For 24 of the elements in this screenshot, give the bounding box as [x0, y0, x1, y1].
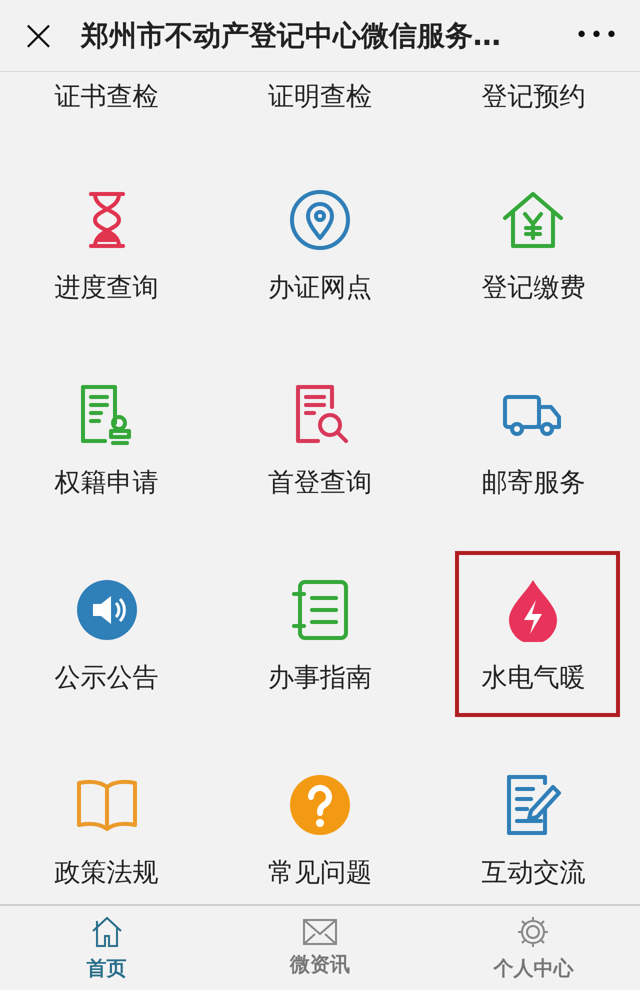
more-button[interactable]: •••	[575, 23, 620, 48]
service-label[interactable]: 公示公告	[54, 664, 159, 692]
service-label[interactable]: 首登查询	[268, 469, 372, 497]
service-label[interactable]: 证书查检	[54, 72, 159, 122]
service-label[interactable]: 登记缴费	[481, 274, 586, 302]
service-label[interactable]: 互动交流	[481, 859, 586, 887]
home-icon	[90, 914, 124, 948]
close-button[interactable]: ×	[20, 14, 57, 58]
service-label[interactable]: 办证网点	[268, 274, 372, 302]
service-label[interactable]: 登记预约	[481, 72, 586, 122]
service-label[interactable]: 权籍申请	[54, 469, 159, 497]
service-label[interactable]: 办事指南	[268, 664, 372, 692]
tab[interactable]: 个人中心	[426, 906, 640, 990]
service-label[interactable]: 常见问题	[268, 859, 372, 887]
page-title: 郑州市不动产登记中心微信服务…	[80, 18, 502, 54]
tab[interactable]: 首页	[0, 906, 214, 990]
service-label[interactable]: 邮寄服务	[481, 469, 586, 497]
service-label[interactable]: 进度查询	[54, 274, 159, 302]
gear-icon	[516, 914, 550, 948]
service-label[interactable]: 证明查检	[268, 72, 372, 122]
service-label[interactable]: 政策法规	[54, 859, 159, 887]
envelope-icon	[302, 918, 337, 944]
service-label[interactable]: 水电气暖	[481, 664, 586, 692]
tab[interactable]: 微资讯	[213, 906, 427, 990]
